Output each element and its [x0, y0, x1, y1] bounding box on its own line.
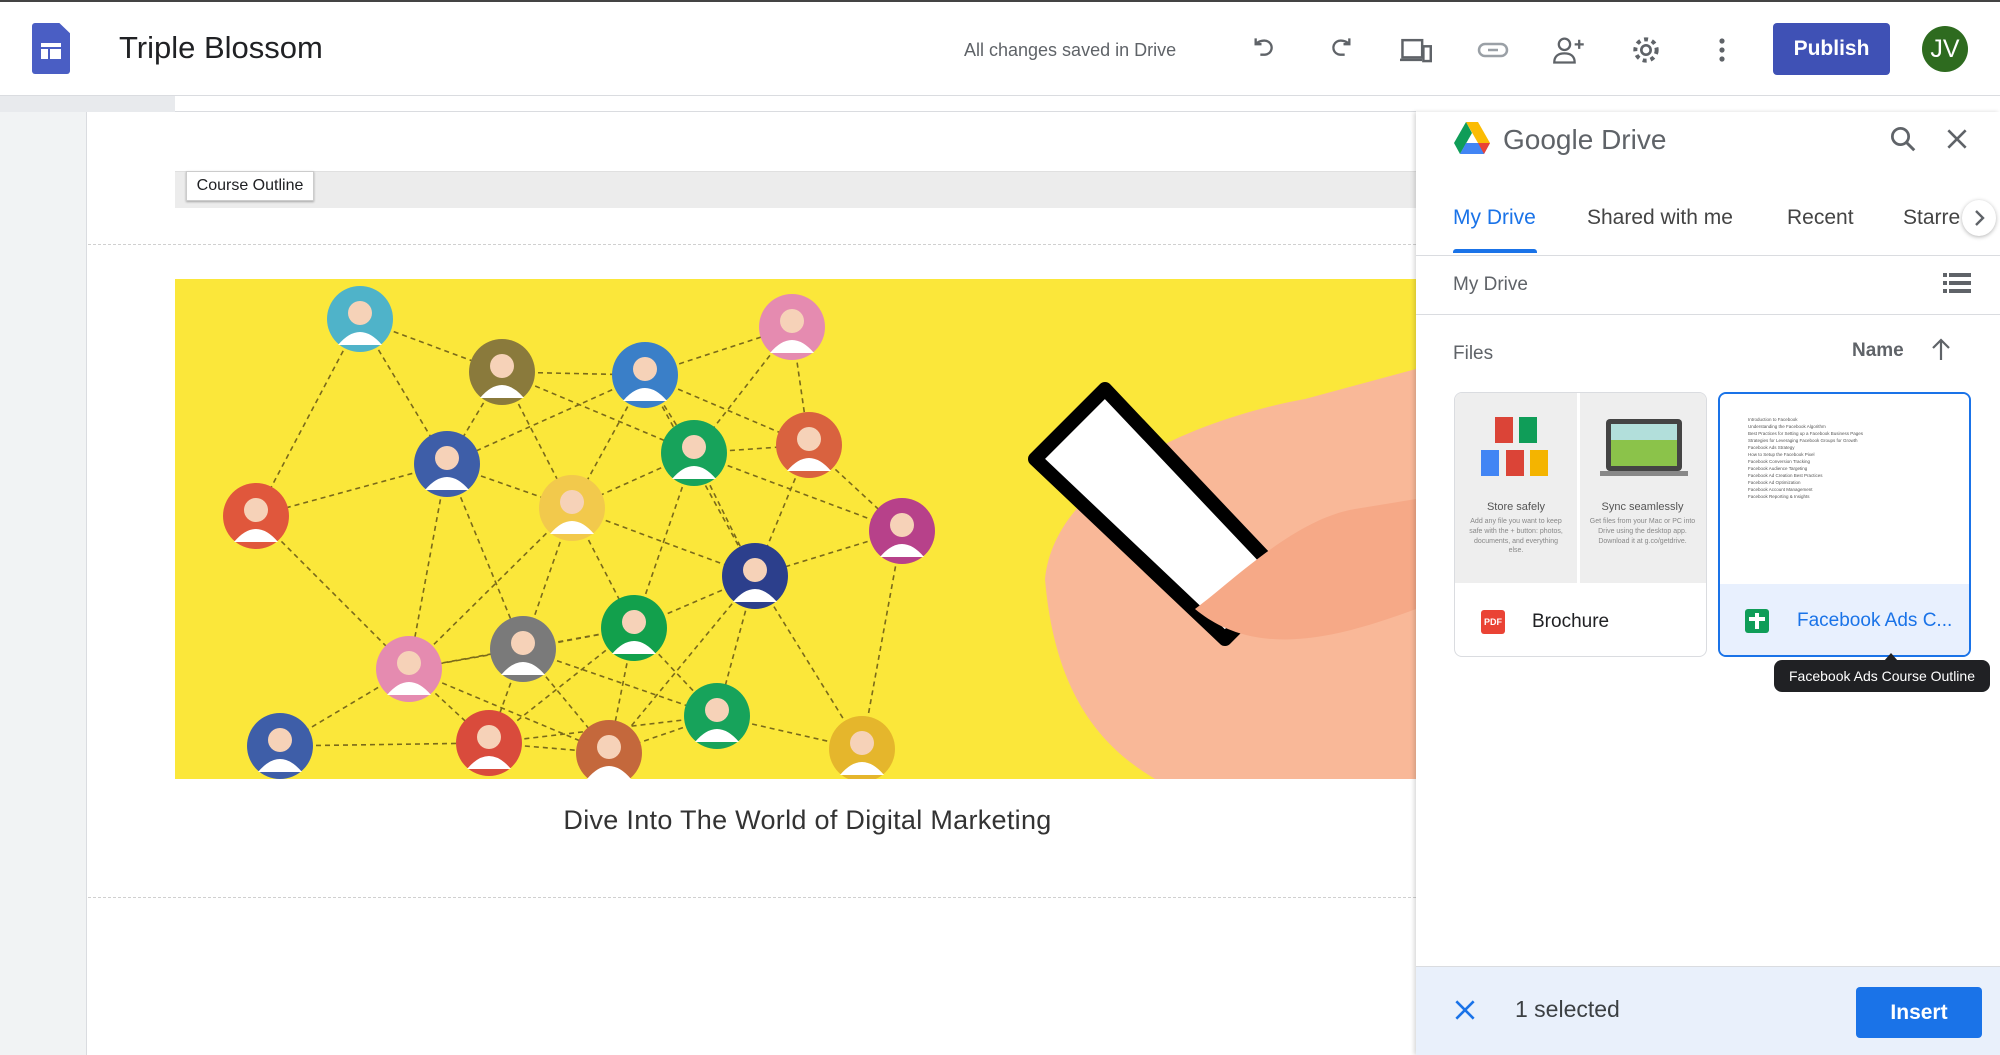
thumb-line: Facebook Reporting & Insights — [1748, 494, 1810, 499]
file-card-facebook-ads-course-outline[interactable]: Introduction to Facebook Understanding th… — [1718, 392, 1971, 657]
person-avatar-icon — [661, 420, 727, 486]
thumb-line: Understanding the Facebook Algorithm — [1748, 424, 1826, 429]
course-outline-button[interactable]: Course Outline — [186, 171, 314, 201]
section-divider — [88, 244, 1416, 245]
network-illustration — [175, 279, 1416, 779]
undo-icon[interactable] — [1247, 32, 1283, 68]
person-avatar-icon — [684, 683, 750, 749]
thumb-text: Get files from your Mac or PC into Drive… — [1589, 518, 1696, 545]
preview-icon[interactable] — [1398, 32, 1434, 68]
thumb-line: Facebook Account Management — [1748, 487, 1813, 492]
selected-count: 1 selected — [1515, 996, 1620, 1022]
hero-image[interactable] — [175, 279, 1416, 779]
thumb-title: Store safely — [1486, 501, 1546, 513]
selection-bar: 1 selected Insert — [1416, 966, 2000, 1055]
avatar[interactable]: JV — [1922, 26, 1968, 72]
clear-selection-icon[interactable] — [1452, 997, 1478, 1028]
active-tab-indicator — [1453, 249, 1537, 253]
person-avatar-icon — [539, 475, 605, 541]
file-name: Facebook Ads C... — [1797, 610, 1953, 631]
thumb-text: Add any file you want to keep safe with … — [1469, 518, 1563, 555]
person-avatar-icon — [414, 431, 480, 497]
divider — [1416, 314, 2000, 315]
search-icon[interactable] — [1888, 124, 1918, 159]
sort-ascending-arrow-icon[interactable] — [1930, 338, 1952, 367]
tab-shared-with-me[interactable]: Shared with me — [1587, 206, 1733, 230]
person-avatar-icon — [776, 412, 842, 478]
thumb-line: Facebook Ads Strategy — [1748, 445, 1795, 450]
breadcrumb[interactable]: My Drive — [1453, 274, 1528, 296]
tab-recent[interactable]: Recent — [1787, 206, 1854, 230]
site-title[interactable]: Triple Blossom — [119, 30, 323, 66]
more-icon[interactable] — [1704, 32, 1740, 68]
tabs-scroll-right-icon[interactable] — [1962, 200, 1996, 236]
sites-logo-icon[interactable] — [32, 23, 70, 74]
app-header: Triple Blossom All changes saved in Driv… — [0, 2, 2000, 96]
person-avatar-icon — [456, 710, 522, 776]
drive-title: Google Drive — [1503, 124, 1667, 155]
settings-icon[interactable] — [1628, 32, 1664, 68]
share-icon[interactable] — [1551, 32, 1587, 68]
person-avatar-icon — [223, 483, 289, 549]
thumb-line: Facebook Ad Creation Best Practices — [1748, 473, 1823, 478]
sheets-file-icon — [1745, 609, 1769, 633]
sort-by-name[interactable]: Name — [1852, 340, 1904, 362]
file-name-tooltip: Facebook Ads Course Outline — [1774, 660, 1990, 692]
thumb-line: How to Setup the Facebook Pixel — [1748, 452, 1815, 457]
thumb-title: Sync seamlessly — [1601, 501, 1684, 513]
person-avatar-icon — [612, 342, 678, 408]
google-drive-logo-icon — [1454, 122, 1490, 154]
divider — [1416, 255, 2000, 256]
ruler-margin — [0, 96, 175, 112]
file-thumbnail: Introduction to Facebook Understanding th… — [1720, 394, 1969, 584]
person-avatar-icon — [490, 616, 556, 682]
header-section[interactable] — [175, 171, 1416, 208]
person-avatar-icon — [869, 498, 935, 564]
file-thumbnail: Store safely Add any file you want to ke… — [1455, 393, 1706, 583]
person-avatar-icon — [247, 713, 313, 779]
close-icon[interactable] — [1944, 126, 1970, 157]
thumb-line: Introduction to Facebook — [1748, 417, 1798, 422]
insert-button[interactable]: Insert — [1856, 987, 1982, 1038]
thumb-line: Strategies for Leveraging Facebook Group… — [1748, 438, 1858, 443]
person-avatar-icon — [722, 543, 788, 609]
thumb-line: Facebook Ad Optimization — [1748, 480, 1801, 485]
person-avatar-icon — [759, 294, 825, 360]
person-avatar-icon — [601, 595, 667, 661]
ruler — [0, 96, 1416, 112]
link-icon[interactable] — [1475, 32, 1511, 68]
publish-button[interactable]: Publish — [1773, 23, 1890, 75]
thumb-line: Facebook Audience Targeting — [1748, 466, 1808, 471]
hand-with-phone — [1028, 369, 1416, 779]
list-view-icon[interactable] — [1943, 272, 1971, 299]
person-avatar-icon — [469, 339, 535, 405]
person-avatar-icon — [829, 716, 895, 779]
image-caption[interactable]: Dive Into The World of Digital Marketing — [175, 805, 1440, 836]
redo-icon[interactable] — [1322, 32, 1358, 68]
thumb-line: Facebook Conversion Tracking — [1748, 459, 1811, 464]
save-status: All changes saved in Drive — [964, 40, 1177, 60]
files-section-label: Files — [1453, 343, 1494, 364]
file-name: Brochure — [1532, 611, 1610, 632]
section-divider — [88, 897, 1416, 898]
tab-my-drive[interactable]: My Drive — [1453, 206, 1536, 230]
person-avatar-icon — [327, 286, 393, 352]
person-avatar-icon — [376, 636, 442, 702]
pdf-file-icon: PDF — [1481, 610, 1505, 634]
drive-picker-panel: Google Drive My Drive Shared with me Rec… — [1416, 112, 2000, 1055]
tooltip-arrow — [1884, 653, 1898, 661]
canvas-margin — [0, 112, 87, 1055]
thumb-line: Best Practices for Setting up a Facebook… — [1748, 431, 1864, 436]
file-card-brochure[interactable]: Store safely Add any file you want to ke… — [1454, 392, 1707, 657]
